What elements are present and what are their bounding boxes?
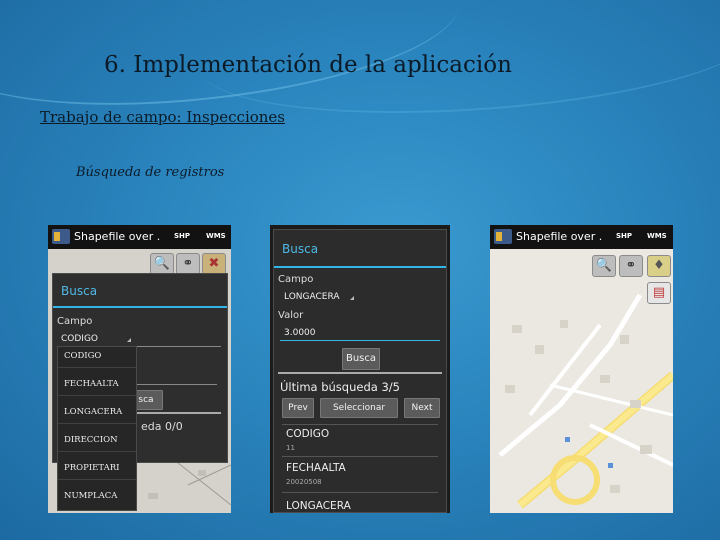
map-background [490,225,673,513]
dialog-title-divider [274,266,446,268]
dropdown-option[interactable]: FECHAALTA [64,379,119,389]
result-field-value: 20020508 [286,478,322,486]
shp-button[interactable]: SHP [616,232,632,240]
campo-label: Campo [278,274,314,285]
app-title: Shapefile over . [516,230,603,243]
dropdown-option[interactable]: PROPIETARI [64,463,119,473]
screenshot-map-view: Shapefile over . SHP WMS 🔍 ⚭ ♦ ▤ [490,225,673,513]
valor-input[interactable]: 3.0000 [284,328,316,338]
logo-icon [494,229,512,244]
binoculars-button[interactable]: ⚭ [176,253,200,275]
next-button[interactable]: Next [404,398,440,418]
option-divider [58,395,136,396]
dialog-title: Busca [282,242,319,256]
dropdown-option[interactable]: NUMPLACA [64,491,117,501]
info-marker-icon: ✖ [208,256,220,271]
zoom-button[interactable]: 🔍 [150,253,174,275]
zoom-button[interactable]: 🔍 [592,255,616,277]
results-divider [282,424,438,425]
option-divider [58,423,136,424]
results-divider [282,492,438,493]
app-title: Shapefile over . [74,230,161,243]
wms-button[interactable]: WMS [647,232,667,240]
campo-select[interactable]: LONGACERA [284,292,340,302]
pdf-button[interactable]: ▤ [647,282,671,304]
last-search-text: eda 0/0 [141,420,183,433]
campo-dropdown-list: CODIGO FECHAALTA LONGACERA DIRECCION PRO… [57,346,137,511]
dropdown-caret-icon [127,338,131,342]
option-divider [58,367,136,368]
info-marker-button[interactable]: ♦ [647,255,671,277]
search-dialog: Busca Campo LONGACERA Valor 3.0000 Busca… [273,229,447,513]
last-search-text: Última búsqueda 3/5 [280,380,400,394]
binoculars-icon: ⚭ [182,256,194,271]
search-button[interactable]: Busca [342,348,380,370]
binoculars-icon: ⚭ [625,258,637,273]
result-field-name: FECHAALTA [286,462,346,474]
binoculars-button[interactable]: ⚭ [619,255,643,277]
dropdown-option[interactable]: DIRECCION [64,435,118,445]
app-bar: Shapefile over . SHP WMS [48,225,231,249]
results-divider [282,456,438,457]
logo-icon [52,229,70,244]
screenshot-search-results: Busca Campo LONGACERA Valor 3.0000 Busca… [270,225,450,513]
dropdown-option[interactable]: CODIGO [64,351,101,361]
wms-button[interactable]: WMS [206,232,226,240]
result-field-value: 11 [286,444,295,452]
dropdown-caret-icon [350,296,354,300]
info-marker-icon: ♦ [653,258,665,273]
campo-label: Campo [57,316,93,327]
result-field-name: CODIGO [286,428,330,440]
pdf-document-icon: ▤ [652,285,666,300]
select-button[interactable]: Seleccionar [320,398,398,418]
valor-label: Valor [278,310,304,321]
campo-select[interactable]: CODIGO [61,334,98,344]
info-marker-button[interactable]: ✖ [202,253,226,275]
slide-subtitle: Trabajo de campo: Inspecciones [40,108,286,126]
divider [278,372,442,374]
option-divider [58,479,136,480]
result-field-name: LONGACERA [286,500,351,512]
dialog-title: Busca [61,284,98,298]
option-divider [58,451,136,452]
valor-underline [280,340,440,341]
zoom-icon: 🔍 [595,258,613,273]
dialog-title-divider [53,306,227,308]
prev-button[interactable]: Prev [282,398,314,418]
slide-title: 6. Implementación de la aplicación [104,52,512,78]
dropdown-option[interactable]: LONGACERA [64,407,122,417]
app-bar: Shapefile over . SHP WMS [490,225,673,249]
slide-subsubtitle: Búsqueda de registros [76,165,225,180]
shp-button[interactable]: SHP [174,232,190,240]
zoom-icon: 🔍 [153,256,171,271]
